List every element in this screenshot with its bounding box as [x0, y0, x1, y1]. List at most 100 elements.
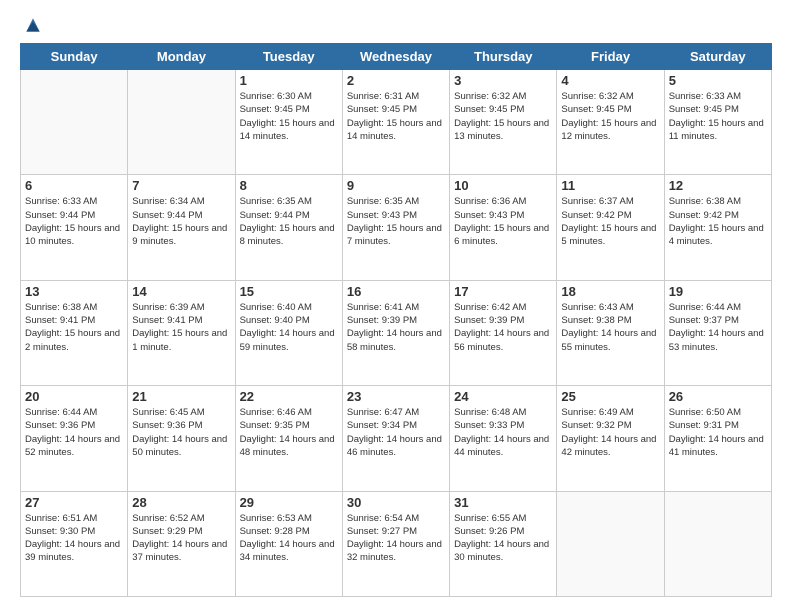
- page: SundayMondayTuesdayWednesdayThursdayFrid…: [0, 0, 792, 612]
- day-cell: 10 Sunrise: 6:36 AMSunset: 9:43 PMDayligh…: [450, 175, 557, 280]
- day-number: 5: [669, 73, 767, 88]
- day-info: Sunrise: 6:42 AMSunset: 9:39 PMDaylight:…: [454, 301, 552, 354]
- day-number: 11: [561, 178, 659, 193]
- day-cell: 20Sunrise: 6:44 AMSunset: 9:36 PMDayligh…: [21, 386, 128, 491]
- day-cell: [664, 491, 771, 596]
- day-number: 18: [561, 284, 659, 299]
- day-number: 28: [132, 495, 230, 510]
- day-cell: 29 Sunrise: 6:53 AMSunset: 9:28 PMDayligh…: [235, 491, 342, 596]
- day-info: Sunrise: 6:47 AMSunset: 9:34 PMDaylight:…: [347, 406, 445, 459]
- day-info: Sunrise: 6:52 AMSunset: 9:29 PMDaylight:…: [132, 512, 230, 565]
- day-info: Sunrise: 6:54 AMSunset: 9:27 PMDaylight:…: [347, 512, 445, 565]
- day-info: Sunrise: 6:40 AMSunset: 9:40 PMDaylight:…: [240, 301, 338, 354]
- day-number: 16: [347, 284, 445, 299]
- day-cell: 19 Sunrise: 6:44 AMSunset: 9:37 PMDayligh…: [664, 280, 771, 385]
- day-info: Sunrise: 6:33 AMSunset: 9:45 PMDaylight:…: [669, 90, 767, 143]
- day-info: Sunrise: 6:43 AMSunset: 9:38 PMDaylight:…: [561, 301, 659, 354]
- day-cell: [128, 70, 235, 175]
- day-cell: 17 Sunrise: 6:42 AMSunset: 9:39 PMDayligh…: [450, 280, 557, 385]
- day-cell: 24Sunrise: 6:48 AMSunset: 9:33 PMDayligh…: [450, 386, 557, 491]
- weekday-header-friday: Friday: [557, 44, 664, 70]
- day-cell: [557, 491, 664, 596]
- day-info: Sunrise: 6:31 AMSunset: 9:45 PMDaylight:…: [347, 90, 445, 143]
- week-row-2: 6 Sunrise: 6:33 AMSunset: 9:44 PMDaylight…: [21, 175, 772, 280]
- weekday-header-thursday: Thursday: [450, 44, 557, 70]
- day-info: Sunrise: 6:45 AMSunset: 9:36 PMDaylight:…: [132, 406, 230, 459]
- day-number: 15: [240, 284, 338, 299]
- day-info: Sunrise: 6:44 AMSunset: 9:36 PMDaylight:…: [25, 406, 123, 459]
- day-number: 27: [25, 495, 123, 510]
- day-number: 10: [454, 178, 552, 193]
- day-cell: 30 Sunrise: 6:54 AMSunset: 9:27 PMDayligh…: [342, 491, 449, 596]
- day-info: Sunrise: 6:34 AMSunset: 9:44 PMDaylight:…: [132, 195, 230, 248]
- header: [20, 15, 772, 35]
- day-info: Sunrise: 6:36 AMSunset: 9:43 PMDaylight:…: [454, 195, 552, 248]
- day-info: Sunrise: 6:46 AMSunset: 9:35 PMDaylight:…: [240, 406, 338, 459]
- day-cell: 21 Sunrise: 6:45 AMSunset: 9:36 PMDayligh…: [128, 386, 235, 491]
- day-cell: 12 Sunrise: 6:38 AMSunset: 9:42 PMDayligh…: [664, 175, 771, 280]
- day-info: Sunrise: 6:33 AMSunset: 9:44 PMDaylight:…: [25, 195, 123, 248]
- day-number: 13: [25, 284, 123, 299]
- day-number: 12: [669, 178, 767, 193]
- day-number: 24: [454, 389, 552, 404]
- day-cell: 22 Sunrise: 6:46 AMSunset: 9:35 PMDayligh…: [235, 386, 342, 491]
- day-number: 6: [25, 178, 123, 193]
- day-cell: 28 Sunrise: 6:52 AMSunset: 9:29 PMDayligh…: [128, 491, 235, 596]
- day-cell: 31Sunrise: 6:55 AMSunset: 9:26 PMDayligh…: [450, 491, 557, 596]
- day-cell: 1 Sunrise: 6:30 AMSunset: 9:45 PMDaylight…: [235, 70, 342, 175]
- day-info: Sunrise: 6:44 AMSunset: 9:37 PMDaylight:…: [669, 301, 767, 354]
- logo: [20, 15, 43, 35]
- weekday-header-sunday: Sunday: [21, 44, 128, 70]
- day-info: Sunrise: 6:53 AMSunset: 9:28 PMDaylight:…: [240, 512, 338, 565]
- day-info: Sunrise: 6:50 AMSunset: 9:31 PMDaylight:…: [669, 406, 767, 459]
- day-info: Sunrise: 6:51 AMSunset: 9:30 PMDaylight:…: [25, 512, 123, 565]
- day-cell: 26 Sunrise: 6:50 AMSunset: 9:31 PMDayligh…: [664, 386, 771, 491]
- day-cell: 18 Sunrise: 6:43 AMSunset: 9:38 PMDayligh…: [557, 280, 664, 385]
- day-info: Sunrise: 6:32 AMSunset: 9:45 PMDaylight:…: [454, 90, 552, 143]
- day-cell: 13 Sunrise: 6:38 AMSunset: 9:41 PMDayligh…: [21, 280, 128, 385]
- day-info: Sunrise: 6:38 AMSunset: 9:42 PMDaylight:…: [669, 195, 767, 248]
- day-number: 30: [347, 495, 445, 510]
- day-info: Sunrise: 6:37 AMSunset: 9:42 PMDaylight:…: [561, 195, 659, 248]
- day-cell: 23Sunrise: 6:47 AMSunset: 9:34 PMDayligh…: [342, 386, 449, 491]
- day-number: 19: [669, 284, 767, 299]
- day-info: Sunrise: 6:41 AMSunset: 9:39 PMDaylight:…: [347, 301, 445, 354]
- day-cell: 15 Sunrise: 6:40 AMSunset: 9:40 PMDayligh…: [235, 280, 342, 385]
- calendar-table: SundayMondayTuesdayWednesdayThursdayFrid…: [20, 43, 772, 597]
- logo-icon: [23, 15, 43, 35]
- day-cell: 2Sunrise: 6:31 AMSunset: 9:45 PMDaylight…: [342, 70, 449, 175]
- day-info: Sunrise: 6:49 AMSunset: 9:32 PMDaylight:…: [561, 406, 659, 459]
- day-number: 8: [240, 178, 338, 193]
- day-number: 1: [240, 73, 338, 88]
- day-cell: [21, 70, 128, 175]
- day-cell: 16 Sunrise: 6:41 AMSunset: 9:39 PMDayligh…: [342, 280, 449, 385]
- day-number: 22: [240, 389, 338, 404]
- day-info: Sunrise: 6:39 AMSunset: 9:41 PMDaylight:…: [132, 301, 230, 354]
- day-cell: 7 Sunrise: 6:34 AMSunset: 9:44 PMDaylight…: [128, 175, 235, 280]
- weekday-header-wednesday: Wednesday: [342, 44, 449, 70]
- day-cell: 11 Sunrise: 6:37 AMSunset: 9:42 PMDayligh…: [557, 175, 664, 280]
- day-cell: 9Sunrise: 6:35 AMSunset: 9:43 PMDaylight…: [342, 175, 449, 280]
- week-row-4: 20Sunrise: 6:44 AMSunset: 9:36 PMDayligh…: [21, 386, 772, 491]
- day-number: 31: [454, 495, 552, 510]
- week-row-3: 13 Sunrise: 6:38 AMSunset: 9:41 PMDayligh…: [21, 280, 772, 385]
- day-cell: 5 Sunrise: 6:33 AMSunset: 9:45 PMDaylight…: [664, 70, 771, 175]
- day-info: Sunrise: 6:35 AMSunset: 9:44 PMDaylight:…: [240, 195, 338, 248]
- weekday-header-row: SundayMondayTuesdayWednesdayThursdayFrid…: [21, 44, 772, 70]
- day-number: 7: [132, 178, 230, 193]
- weekday-header-monday: Monday: [128, 44, 235, 70]
- day-number: 26: [669, 389, 767, 404]
- day-number: 17: [454, 284, 552, 299]
- day-number: 21: [132, 389, 230, 404]
- day-number: 25: [561, 389, 659, 404]
- day-number: 29: [240, 495, 338, 510]
- day-number: 14: [132, 284, 230, 299]
- day-info: Sunrise: 6:30 AMSunset: 9:45 PMDaylight:…: [240, 90, 338, 143]
- day-number: 3: [454, 73, 552, 88]
- week-row-5: 27 Sunrise: 6:51 AMSunset: 9:30 PMDayligh…: [21, 491, 772, 596]
- day-cell: 14 Sunrise: 6:39 AMSunset: 9:41 PMDayligh…: [128, 280, 235, 385]
- day-info: Sunrise: 6:35 AMSunset: 9:43 PMDaylight:…: [347, 195, 445, 248]
- day-info: Sunrise: 6:38 AMSunset: 9:41 PMDaylight:…: [25, 301, 123, 354]
- day-cell: 27 Sunrise: 6:51 AMSunset: 9:30 PMDayligh…: [21, 491, 128, 596]
- day-cell: 25 Sunrise: 6:49 AMSunset: 9:32 PMDayligh…: [557, 386, 664, 491]
